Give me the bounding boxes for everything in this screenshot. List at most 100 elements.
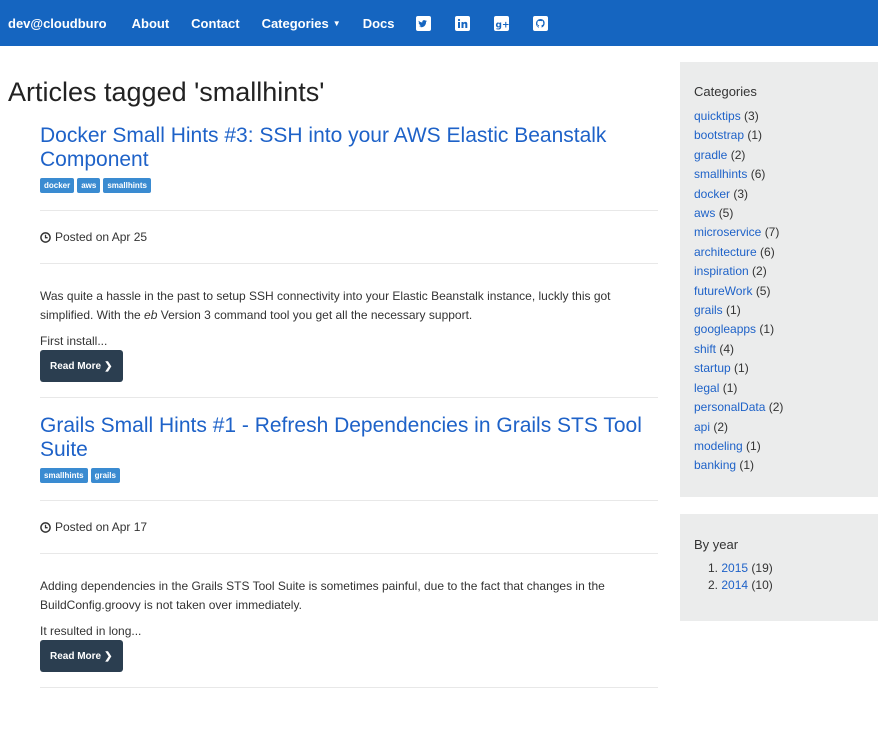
category-item: aws (5)	[694, 204, 864, 223]
category-item: legal (1)	[694, 379, 864, 398]
category-link[interactable]: aws	[694, 206, 715, 220]
brand-link[interactable]: dev@cloudburo	[8, 16, 107, 31]
excerpt-text: Version 3 command tool you get all the n…	[157, 308, 473, 322]
clock-icon	[40, 231, 51, 243]
categories-title: Categories	[694, 84, 757, 99]
post-more-text: First install...	[40, 334, 108, 348]
category-item: quicktips (3)	[694, 107, 864, 126]
category-count: (7)	[764, 225, 780, 240]
post-date-text: Posted on Apr 25	[55, 230, 148, 244]
excerpt-emphasis: eb	[144, 308, 158, 322]
category-link[interactable]: microservice	[694, 225, 761, 239]
category-item: api (2)	[694, 418, 864, 437]
category-item: modeling (1)	[694, 437, 864, 456]
post-excerpt: Adding dependencies in the Grails STS To…	[40, 579, 605, 612]
read-more-button[interactable]: Read More ❯	[40, 640, 123, 672]
category-link[interactable]: quicktips	[694, 109, 741, 123]
category-count: (1)	[734, 361, 749, 376]
divider	[40, 397, 658, 398]
linkedin-icon[interactable]	[455, 15, 471, 31]
post-title-link[interactable]: Grails Small Hints #1 - Refresh Dependen…	[40, 414, 658, 462]
category-link[interactable]: grails	[694, 303, 723, 317]
category-link[interactable]: personalData	[694, 400, 765, 414]
category-count: (1)	[746, 438, 761, 453]
category-count: (1)	[747, 128, 763, 143]
categories-list: quicktips (3) bootstrap (1) gradle (2) smal…	[694, 107, 864, 476]
year-count: (19)	[751, 561, 773, 575]
year-link[interactable]: 2015	[721, 561, 748, 575]
category-item: googleapps (1)	[694, 320, 864, 339]
nav-docs-link[interactable]: Docs	[363, 16, 395, 31]
category-link[interactable]: googleapps	[694, 322, 756, 336]
nav-links: About Contact Categories ▼ Docs	[132, 16, 417, 31]
categories-panel: Categories quicktips (3) bootstrap (1) gra…	[680, 62, 878, 497]
post-date: Posted on Apr 25	[40, 211, 658, 263]
divider	[40, 687, 658, 688]
chevron-right-icon: ❯	[104, 360, 113, 372]
category-link[interactable]: modeling	[694, 439, 743, 453]
tag-smallhints[interactable]: smallhints	[40, 468, 88, 483]
by-year-panel: By year 1. 2015 (19) 2. 2014 (10)	[680, 514, 878, 621]
category-link[interactable]: smallhints	[694, 167, 747, 181]
social-links: g+	[416, 15, 572, 31]
category-item: startup (1)	[694, 359, 864, 378]
nav-categories-dropdown[interactable]: Categories ▼	[262, 16, 341, 31]
year-item: 1. 2015 (19)	[694, 560, 864, 577]
category-link[interactable]: gradle	[694, 148, 727, 162]
category-count: (1)	[726, 303, 741, 318]
years-list: 1. 2015 (19) 2. 2014 (10)	[694, 560, 864, 594]
github-icon[interactable]	[533, 15, 549, 31]
category-count: (1)	[739, 458, 755, 473]
year-number: 2.	[708, 578, 719, 592]
post-excerpt: Was quite a hassle in the past to setup …	[40, 287, 658, 325]
category-count: (2)	[768, 400, 784, 415]
divider	[40, 263, 658, 264]
post-date-text: Posted on Apr 17	[55, 520, 148, 534]
category-link[interactable]: architecture	[694, 245, 757, 259]
tag-grails[interactable]: grails	[90, 468, 120, 483]
category-link[interactable]: bootstrap	[694, 128, 744, 142]
category-count: (1)	[722, 380, 738, 395]
clock-icon	[40, 521, 51, 533]
nav-contact-label: Contact	[191, 15, 240, 31]
category-item: smallhints (6)	[694, 165, 864, 184]
read-more-button[interactable]: Read More ❯	[40, 350, 123, 382]
post-list: Docker Small Hints #3: SSH into your AWS…	[40, 124, 658, 688]
category-count: (4)	[719, 341, 735, 356]
by-year-title: By year	[694, 537, 739, 552]
category-count: (5)	[718, 206, 734, 221]
category-link[interactable]: api	[694, 420, 710, 434]
nav-contact-link[interactable]: Contact	[191, 16, 239, 31]
year-item: 2. 2014 (10)	[694, 577, 864, 594]
category-link[interactable]: banking	[694, 458, 736, 472]
nav-about-link[interactable]: About	[132, 16, 170, 31]
category-item: gradle (2)	[694, 146, 864, 165]
caret-down-icon: ▼	[332, 18, 341, 28]
category-count: (2)	[730, 147, 746, 162]
category-item: shift (4)	[694, 340, 864, 359]
tag-smallhints[interactable]: smallhints	[103, 178, 151, 193]
category-item: personalData (2)	[694, 398, 864, 417]
tag-aws[interactable]: aws	[77, 178, 101, 193]
read-more-label: Read More	[50, 360, 102, 372]
category-link[interactable]: docker	[694, 187, 730, 201]
category-link[interactable]: futureWork	[694, 284, 752, 298]
category-count: (3)	[733, 186, 749, 201]
tag-docker[interactable]: docker	[40, 178, 75, 193]
year-count: (10)	[751, 578, 773, 592]
category-count: (1)	[759, 322, 775, 337]
category-link[interactable]: startup	[694, 361, 731, 375]
category-item: bootstrap (1)	[694, 126, 864, 145]
twitter-icon[interactable]	[416, 15, 432, 31]
category-link[interactable]: legal	[694, 381, 719, 395]
year-link[interactable]: 2014	[721, 578, 748, 592]
category-link[interactable]: shift	[694, 342, 716, 356]
post-title-link[interactable]: Docker Small Hints #3: SSH into your AWS…	[40, 124, 658, 172]
category-link[interactable]: inspiration	[694, 264, 749, 278]
category-count: (6)	[750, 167, 766, 182]
read-more-label: Read More	[50, 650, 102, 662]
post-date: Posted on Apr 17	[40, 501, 658, 553]
category-item: docker (3)	[694, 185, 864, 204]
divider	[40, 553, 658, 554]
google-plus-icon[interactable]: g+	[494, 15, 510, 31]
